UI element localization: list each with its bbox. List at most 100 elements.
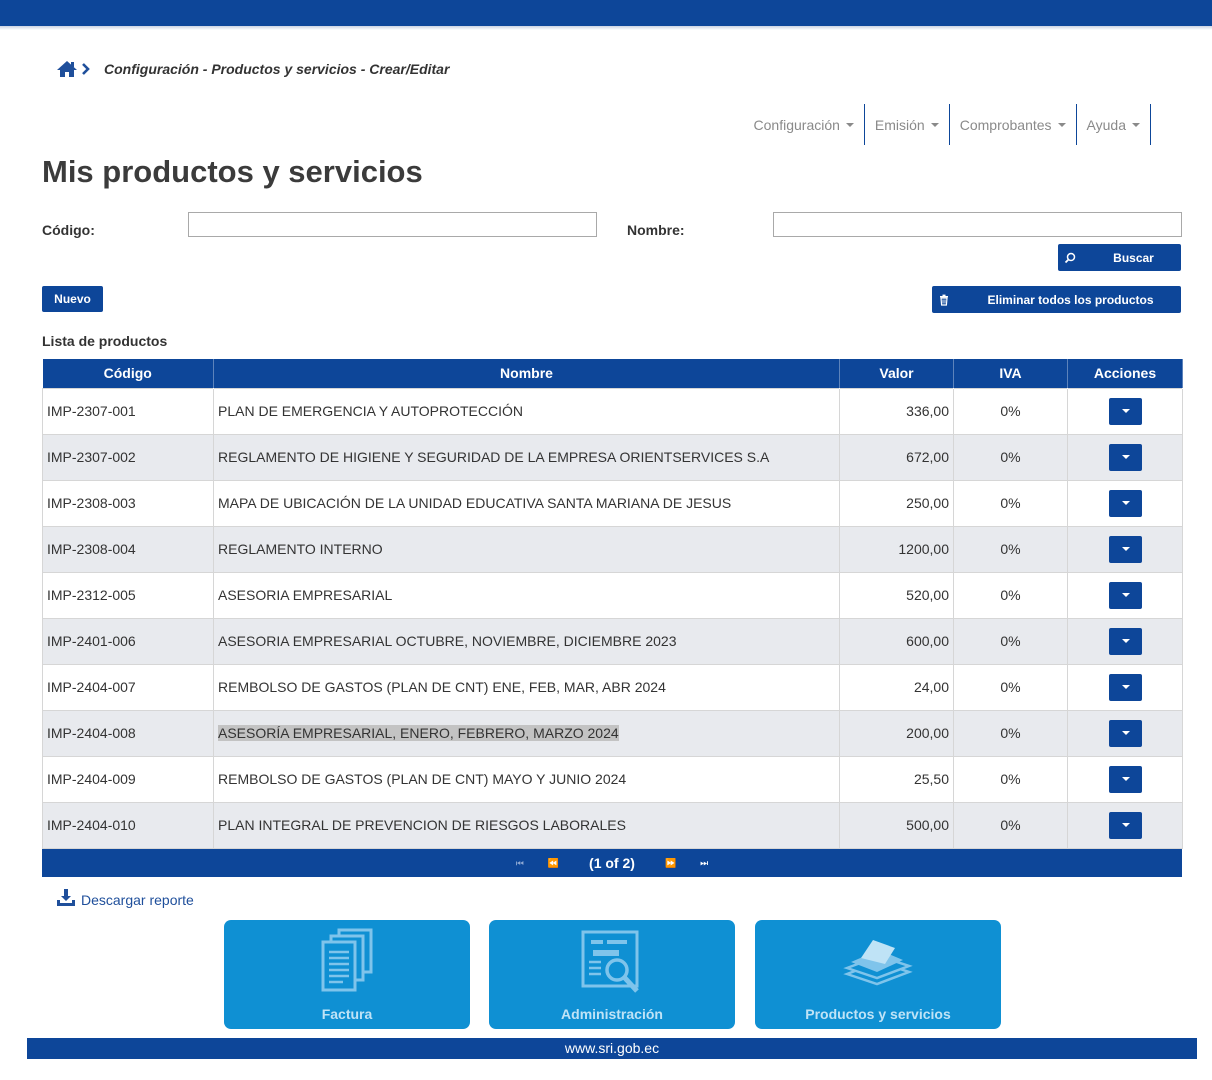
menu-comprobantes[interactable]: Comprobantes <box>950 104 1077 145</box>
cell-nombre: MAPA DE UBICACIÓN DE LA UNIDAD EDUCATIVA… <box>213 479 840 527</box>
cell-acciones <box>1067 663 1183 711</box>
cell-valor: 336,00 <box>839 387 954 435</box>
cell-codigo: IMP-2307-001 <box>42 387 214 435</box>
cell-nombre: REMBOLSO DE GASTOS (PLAN DE CNT) ENE, FE… <box>213 663 840 711</box>
cell-nombre: ASESORIA EMPRESARIAL <box>213 571 840 619</box>
search-icon <box>1064 252 1076 264</box>
page-info: (1 of 2) <box>589 855 635 871</box>
nuevo-label: Nuevo <box>54 292 91 306</box>
cell-acciones <box>1067 801 1183 849</box>
table-row[interactable]: IMP-2307-002 REGLAMENTO DE HIGIENE Y SEG… <box>42 433 1183 481</box>
cell-codigo: IMP-2308-004 <box>42 525 214 573</box>
menu-label: Comprobantes <box>959 116 1052 133</box>
table-row[interactable]: IMP-2308-003 MAPA DE UBICACIÓN DE LA UNI… <box>42 479 1183 527</box>
footer[interactable]: www.sri.gob.ec <box>27 1038 1197 1059</box>
actions-dropdown-button[interactable] <box>1108 397 1142 425</box>
breadcrumb-path: Configuración - Productos y servicios - … <box>104 61 450 77</box>
cell-codigo: IMP-2404-008 <box>42 709 214 757</box>
prev-page-icon[interactable]: ⏪ <box>548 858 559 869</box>
cell-acciones <box>1067 525 1183 573</box>
cell-nombre: PLAN DE EMERGENCIA Y AUTOPROTECCIÓN <box>213 387 840 435</box>
cell-acciones <box>1067 387 1183 435</box>
cell-valor: 24,00 <box>839 663 954 711</box>
buscar-label: Buscar <box>1113 250 1154 265</box>
codigo-input[interactable] <box>188 212 597 237</box>
actions-dropdown-button[interactable] <box>1108 765 1142 793</box>
actions-dropdown-button[interactable] <box>1108 535 1142 563</box>
col-header-codigo[interactable]: Código <box>42 359 214 388</box>
table-row[interactable]: IMP-2404-008 ASESORÍA EMPRESARIAL, ENERO… <box>42 709 1183 757</box>
cell-valor: 200,00 <box>839 709 954 757</box>
table-row[interactable]: IMP-2308-004 REGLAMENTO INTERNO 1200,00 … <box>42 525 1183 573</box>
cell-codigo: IMP-2307-002 <box>42 433 214 481</box>
cell-nombre: REGLAMENTO INTERNO <box>213 525 840 573</box>
cell-nombre: REMBOLSO DE GASTOS (PLAN DE CNT) MAYO Y … <box>213 755 840 803</box>
cell-valor: 500,00 <box>839 801 954 849</box>
actions-dropdown-button[interactable] <box>1108 719 1142 747</box>
menu-label: Configuración <box>753 116 840 133</box>
cell-iva: 0% <box>953 755 1068 803</box>
menu-configuracion[interactable]: Configuración <box>744 104 865 145</box>
eliminar-todos-button[interactable]: Eliminar todos los productos <box>932 286 1181 313</box>
tile-productos-servicios[interactable]: Productos y servicios <box>755 920 1001 1029</box>
download-icon <box>56 888 76 907</box>
cell-codigo: IMP-2404-010 <box>42 801 214 849</box>
buscar-button[interactable]: Buscar <box>1058 244 1181 271</box>
selected-text-highlight: ASESORÍA EMPRESARIAL, ENERO, FEBRERO, MA… <box>218 725 619 741</box>
tile-administracion[interactable]: Administración <box>489 920 735 1029</box>
last-page-icon[interactable]: ⏭ <box>700 858 708 869</box>
table-row[interactable]: IMP-2307-001 PLAN DE EMERGENCIA Y AUTOPR… <box>42 387 1183 435</box>
actions-dropdown-button[interactable] <box>1108 443 1142 471</box>
cell-iva: 0% <box>953 387 1068 435</box>
page-title: Mis productos y servicios <box>42 154 423 189</box>
documents-icon <box>319 928 375 999</box>
codigo-label: Código: <box>42 222 95 238</box>
cell-iva: 0% <box>953 479 1068 527</box>
col-header-iva[interactable]: IVA <box>953 359 1068 388</box>
cell-iva: 0% <box>953 433 1068 481</box>
cell-iva: 0% <box>953 663 1068 711</box>
menu-ayuda[interactable]: Ayuda <box>1077 104 1151 145</box>
tile-factura[interactable]: Factura <box>224 920 470 1029</box>
table-row[interactable]: IMP-2404-010 PLAN INTEGRAL DE PREVENCION… <box>42 801 1183 849</box>
cell-acciones <box>1067 617 1183 665</box>
nombre-input[interactable] <box>773 212 1182 237</box>
actions-dropdown-button[interactable] <box>1108 489 1142 517</box>
cell-nombre: ASESORÍA EMPRESARIAL, ENERO, FEBRERO, MA… <box>213 709 840 757</box>
nombre-label: Nombre: <box>627 222 685 238</box>
cell-valor: 1200,00 <box>839 525 954 573</box>
cell-codigo: IMP-2312-005 <box>42 571 214 619</box>
download-report-link[interactable]: Descargar reporte <box>56 886 194 908</box>
home-icon[interactable] <box>56 60 78 78</box>
cell-acciones <box>1067 433 1183 481</box>
cell-valor: 520,00 <box>839 571 954 619</box>
table-row[interactable]: IMP-2401-006 ASESORIA EMPRESARIAL OCTUBR… <box>42 617 1183 665</box>
col-header-acciones: Acciones <box>1067 359 1183 388</box>
actions-dropdown-button[interactable] <box>1108 811 1142 839</box>
table-row[interactable]: IMP-2312-005 ASESORIA EMPRESARIAL 520,00… <box>42 571 1183 619</box>
next-page-icon[interactable]: ⏩ <box>665 858 676 869</box>
cell-valor: 25,50 <box>839 755 954 803</box>
cell-nombre: REGLAMENTO DE HIGIENE Y SEGURIDAD DE LA … <box>213 433 840 481</box>
table-row[interactable]: IMP-2404-009 REMBOLSO DE GASTOS (PLAN DE… <box>42 755 1183 803</box>
caret-down-icon <box>1057 122 1066 127</box>
products-table: Código Nombre Valor IVA Acciones IMP-230… <box>42 359 1183 849</box>
cell-codigo: IMP-2404-007 <box>42 663 214 711</box>
actions-dropdown-button[interactable] <box>1108 627 1142 655</box>
cell-acciones <box>1067 709 1183 757</box>
cell-codigo: IMP-2308-003 <box>42 479 214 527</box>
actions-dropdown-button[interactable] <box>1108 673 1142 701</box>
cell-valor: 250,00 <box>839 479 954 527</box>
breadcrumb: Configuración - Productos y servicios - … <box>56 58 449 80</box>
cell-codigo: IMP-2401-006 <box>42 617 214 665</box>
menu-emision[interactable]: Emisión <box>865 104 950 145</box>
col-header-nombre[interactable]: Nombre <box>213 359 840 388</box>
tile-label: Administración <box>561 1006 663 1022</box>
col-header-valor[interactable]: Valor <box>839 359 954 388</box>
nuevo-button[interactable]: Nuevo <box>42 286 103 312</box>
first-page-icon[interactable]: ⏮ <box>516 858 524 869</box>
table-row[interactable]: IMP-2404-007 REMBOLSO DE GASTOS (PLAN DE… <box>42 663 1183 711</box>
cell-nombre: PLAN INTEGRAL DE PREVENCION DE RIESGOS L… <box>213 801 840 849</box>
actions-dropdown-button[interactable] <box>1108 581 1142 609</box>
tile-label: Productos y servicios <box>805 1006 951 1022</box>
